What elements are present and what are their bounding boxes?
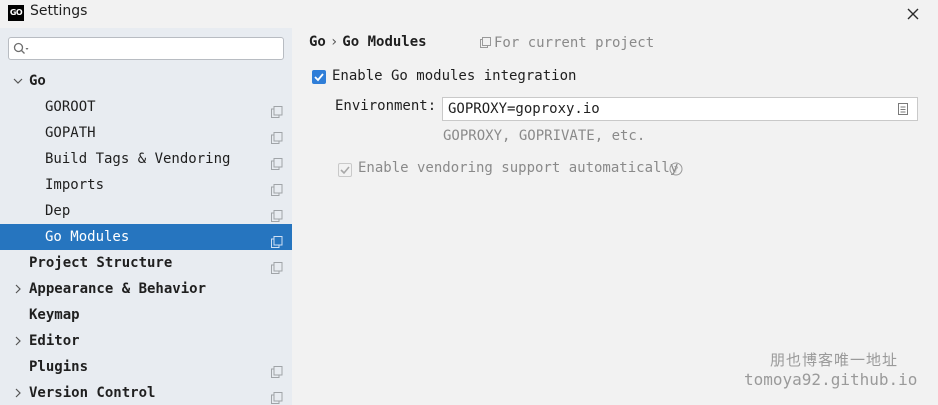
close-button[interactable] xyxy=(904,5,922,23)
scope-indicator: For current project xyxy=(480,35,654,51)
sidebar-item-label: Build Tags & Vendoring xyxy=(45,151,231,167)
chevron-right-icon[interactable] xyxy=(12,380,24,405)
scope-label: For current project xyxy=(494,35,655,51)
project-scope-icon xyxy=(480,37,491,48)
vendoring-label: Enable vendoring support automatically xyxy=(358,160,679,176)
sidebar-item[interactable]: Editor xyxy=(0,328,292,354)
chevron-down-icon[interactable] xyxy=(12,68,24,94)
title-bar: GO Settings xyxy=(0,0,938,28)
project-scope-icon xyxy=(271,127,283,144)
question-mark-icon: ? xyxy=(669,162,683,176)
chevron-right-icon[interactable] xyxy=(12,276,24,302)
sidebar-item[interactable]: GOPATH xyxy=(0,120,292,146)
window-title: Settings xyxy=(30,3,88,19)
sidebar-item-label: GOROOT xyxy=(45,99,96,115)
sidebar-item[interactable]: Version Control xyxy=(0,380,292,405)
checkmark-icon xyxy=(314,73,324,82)
sidebar-item[interactable]: Build Tags & Vendoring xyxy=(0,146,292,172)
checkmark-icon xyxy=(340,166,350,175)
sidebar-item[interactable]: Go xyxy=(0,68,292,94)
document-icon xyxy=(898,103,908,115)
chevron-right-icon[interactable] xyxy=(12,328,24,354)
breadcrumb: Go › Go Modules xyxy=(309,34,427,50)
sidebar-item[interactable]: Appearance & Behavior xyxy=(0,276,292,302)
svg-text:?: ? xyxy=(674,166,679,176)
sidebar-item-label: Version Control xyxy=(29,385,156,401)
search-icon xyxy=(13,42,29,54)
search-input[interactable] xyxy=(8,37,284,60)
sidebar-item-label: Keymap xyxy=(29,307,80,323)
sidebar-item[interactable]: Imports xyxy=(0,172,292,198)
sidebar-item[interactable]: Keymap xyxy=(0,302,292,328)
sidebar-item-label: Go Modules xyxy=(45,229,130,245)
environment-hint: GOPROXY, GOPRIVATE, etc. xyxy=(443,128,646,144)
sidebar-item-label: Editor xyxy=(29,333,80,349)
sidebar-item[interactable]: GOROOT xyxy=(0,94,292,120)
goland-app-icon: GO xyxy=(8,5,24,21)
breadcrumb-separator: › xyxy=(329,34,339,50)
sidebar-item-label: Imports xyxy=(45,177,105,193)
sidebar-item-label: Appearance & Behavior xyxy=(29,281,207,297)
project-scope-icon xyxy=(271,387,283,404)
sidebar-item-label: Project Structure xyxy=(29,255,173,271)
breadcrumb-parent[interactable]: Go xyxy=(309,34,326,50)
close-icon xyxy=(907,8,919,20)
environment-value: GOPROXY=goproxy.io xyxy=(448,101,600,117)
vendoring-checkbox[interactable] xyxy=(338,163,352,177)
project-scope-icon xyxy=(271,101,283,118)
enable-modules-checkbox[interactable] xyxy=(312,70,326,84)
watermark-url: tomoya92.github.io xyxy=(744,370,918,389)
project-scope-icon xyxy=(271,153,283,170)
sidebar-item-label: Plugins xyxy=(29,359,89,375)
sidebar-item-label: GOPATH xyxy=(45,125,96,141)
breadcrumb-current: Go Modules xyxy=(342,34,427,50)
project-scope-icon xyxy=(271,257,283,274)
help-icon[interactable]: ? xyxy=(669,162,683,176)
sidebar-item-label: Dep xyxy=(45,203,71,219)
sidebar-item[interactable]: Dep xyxy=(0,198,292,224)
environment-label: Environment: xyxy=(335,98,437,114)
project-scope-icon xyxy=(271,179,283,196)
settings-sidebar: Go GOROOT GOPATH Build Tags & Vendoring Impo… xyxy=(0,28,292,405)
project-scope-icon xyxy=(271,205,283,222)
sidebar-item[interactable]: Plugins xyxy=(0,354,292,380)
environment-field[interactable]: GOPROXY=goproxy.io xyxy=(442,97,918,121)
sidebar-item-label: Go xyxy=(29,73,46,89)
sidebar-item[interactable]: Go Modules xyxy=(0,224,292,250)
environment-browse-button[interactable] xyxy=(897,102,909,116)
project-scope-icon xyxy=(271,231,283,248)
enable-modules-label[interactable]: Enable Go modules integration xyxy=(332,68,576,84)
project-scope-icon xyxy=(271,361,283,378)
sidebar-item[interactable]: Project Structure xyxy=(0,250,292,276)
watermark-chinese: 朋也博客唯一地址 xyxy=(770,351,899,369)
